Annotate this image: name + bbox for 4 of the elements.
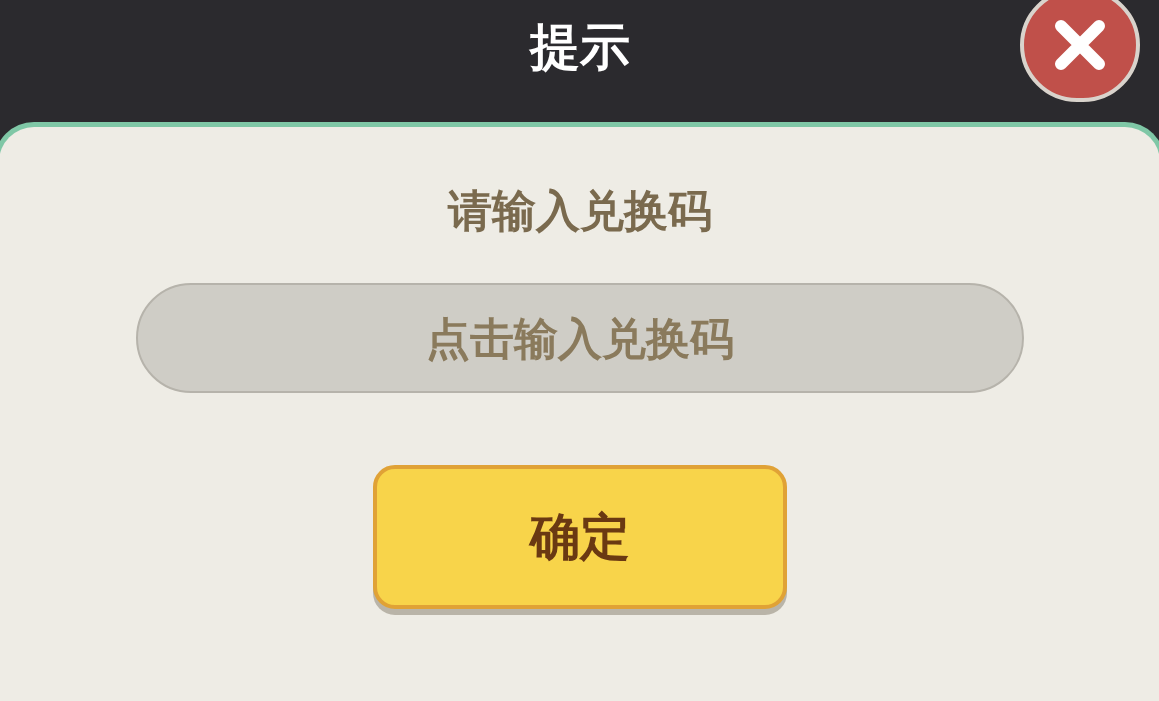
close-icon: [1053, 18, 1107, 72]
dialog-title: 提示: [529, 22, 630, 72]
prompt-text: 请输入兑换码: [447, 189, 712, 233]
code-input-field[interactable]: 点击输入兑换码: [135, 283, 1024, 393]
